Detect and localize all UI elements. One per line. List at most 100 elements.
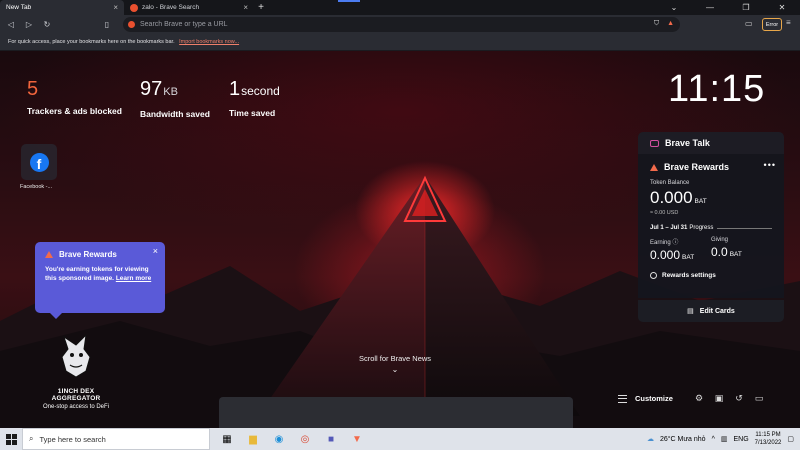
new-tab-button[interactable]: + bbox=[254, 0, 268, 15]
wallet-icon[interactable]: ▭ bbox=[745, 19, 753, 28]
language-indicator[interactable]: ENG bbox=[734, 436, 749, 443]
close-tab-icon[interactable]: × bbox=[243, 3, 248, 12]
info-icon[interactable]: ⓘ bbox=[672, 240, 678, 246]
chrome-icon[interactable]: ◎ bbox=[296, 430, 314, 448]
tab-title: New Tab bbox=[6, 4, 32, 11]
error-button[interactable]: Error bbox=[762, 18, 782, 31]
tab-new-tab[interactable]: New Tab × bbox=[0, 0, 124, 15]
sponsor-name: 1INCH DEX AGGREGATOR bbox=[51, 388, 101, 402]
bandwidth-stat: 97KB Bandwidth saved bbox=[140, 78, 210, 119]
customize-label: Customize bbox=[635, 394, 673, 403]
address-bar[interactable]: Search Brave or type a URL ⛉ ▲ bbox=[123, 17, 680, 32]
bookmark-icon[interactable]: ▯ bbox=[100, 20, 114, 29]
brave-talk-icon[interactable]: ▭ bbox=[753, 393, 765, 404]
bookmarks-bar: For quick access, place your bookmarks h… bbox=[0, 34, 800, 51]
giving-unit: BAT bbox=[729, 251, 742, 258]
windows-start-icon[interactable] bbox=[0, 428, 22, 450]
scroll-news-label: Scroll for Brave News bbox=[358, 354, 432, 363]
reload-icon[interactable]: ↻ bbox=[40, 20, 54, 29]
token-balance-label: Token Balance bbox=[650, 180, 690, 186]
weather-icon[interactable]: ☁ bbox=[647, 435, 654, 443]
maximize-icon[interactable]: ❐ bbox=[728, 0, 764, 15]
bandwidth-label: Bandwidth saved bbox=[140, 109, 210, 119]
tooltip-title: Brave Rewards bbox=[59, 250, 117, 259]
bookmarks-hint: For quick access, place your bookmarks h… bbox=[8, 39, 175, 45]
bottom-toolbar: ⚙ ▣ ↺ ▭ bbox=[693, 393, 765, 404]
video-camera-icon bbox=[650, 139, 659, 147]
rewards-title: Brave Rewards bbox=[664, 162, 730, 172]
notifications-icon[interactable]: ▢ bbox=[787, 435, 794, 443]
bandwidth-unit: KB bbox=[163, 86, 178, 98]
brave-icon[interactable]: ▼ bbox=[348, 430, 366, 448]
tooltip-body: You're earning tokens for viewing this s… bbox=[45, 265, 155, 283]
brave-rewards-icon[interactable]: ▲ bbox=[667, 20, 674, 28]
trackers-count: 5 bbox=[27, 78, 39, 100]
close-icon[interactable]: × bbox=[153, 246, 158, 256]
sponsor-tagline: One-stop access to DeFi bbox=[42, 404, 110, 410]
time-unit: second bbox=[241, 84, 280, 98]
edit-cards-label: Edit Cards bbox=[699, 307, 735, 315]
windows-taskbar: ⌕ Type here to search ▦ ▆ ◉ ◎ ■ ▼ ☁ 26°C… bbox=[0, 428, 800, 450]
brave-search-favicon-icon bbox=[130, 3, 138, 12]
bookmarks-icon[interactable]: ▣ bbox=[713, 393, 725, 404]
chevron-down-icon: ⌄ bbox=[391, 365, 399, 374]
taskbar-clock[interactable]: 11:15 PM 7/13/2022 bbox=[755, 431, 782, 447]
giving-label: Giving bbox=[711, 237, 729, 243]
facebook-icon: f bbox=[29, 152, 49, 172]
settings-icon[interactable]: ⚙ bbox=[693, 393, 705, 404]
task-view-icon[interactable]: ▦ bbox=[218, 430, 236, 448]
toolbar: ◁ ▷ ↻ ▯ Search Brave or type a URL ⛉ ▲ ▭… bbox=[0, 15, 800, 34]
network-icon[interactable]: ▥ bbox=[721, 435, 728, 443]
teams-icon[interactable]: ■ bbox=[322, 430, 340, 448]
progress-range: Jul 1 – Jul 31 bbox=[650, 225, 688, 231]
back-icon[interactable]: ◁ bbox=[4, 20, 18, 29]
omnibox-placeholder: Search Brave or type a URL bbox=[140, 21, 228, 28]
brave-talk-card[interactable]: Brave Talk bbox=[638, 132, 784, 154]
brave-news-card[interactable] bbox=[219, 397, 573, 428]
file-explorer-icon[interactable]: ▆ bbox=[244, 430, 262, 448]
tab-zalo-search[interactable]: zalo - Brave Search × bbox=[124, 0, 254, 15]
customize-button[interactable]: Customize bbox=[618, 394, 673, 403]
tab-title: zalo - Brave Search bbox=[142, 4, 200, 11]
trackers-label: Trackers & ads blocked bbox=[27, 106, 122, 116]
search-engine-icon bbox=[128, 21, 135, 28]
earning-value: 0.000 bbox=[650, 248, 681, 262]
taskbar-apps: ▦ ▆ ◉ ◎ ■ ▼ bbox=[218, 430, 366, 448]
gear-icon bbox=[650, 272, 657, 279]
top-site-label: Facebook -... bbox=[20, 184, 53, 190]
balance-value: 0.000 bbox=[650, 188, 693, 207]
edge-icon[interactable]: ◉ bbox=[270, 430, 288, 448]
brave-shields-icon[interactable]: ⛉ bbox=[654, 20, 659, 28]
rewards-tooltip: Brave Rewards You're earning tokens for … bbox=[35, 242, 165, 319]
forward-icon[interactable]: ▷ bbox=[22, 20, 36, 29]
rewards-settings-label: Rewards settings bbox=[662, 272, 716, 279]
learn-more-link[interactable]: Learn more bbox=[116, 275, 151, 282]
trackers-stat: 5 Trackers & ads blocked bbox=[27, 78, 122, 116]
clock: 11:15 bbox=[668, 68, 766, 110]
taskbar-date: 7/13/2022 bbox=[754, 440, 782, 446]
import-bookmarks-link[interactable]: Import bookmarks now... bbox=[179, 39, 239, 45]
rewards-settings-button[interactable]: Rewards settings bbox=[650, 272, 772, 279]
edit-cards-button[interactable]: ▤ Edit Cards bbox=[638, 300, 784, 322]
weather-text[interactable]: 26°C Mưa nhỏ bbox=[660, 436, 706, 443]
taskbar-search[interactable]: ⌕ Type here to search bbox=[22, 428, 210, 450]
close-window-icon[interactable]: ✕ bbox=[764, 0, 800, 15]
balance-unit: BAT bbox=[694, 198, 707, 205]
more-options-icon[interactable]: ••• bbox=[764, 160, 776, 170]
close-tab-icon[interactable]: × bbox=[113, 3, 118, 12]
menu-icon[interactable]: ≡ bbox=[786, 18, 791, 27]
tab-strip: New Tab × zalo - Brave Search × + ⌄ — ❐ … bbox=[0, 0, 800, 15]
token-balance: 0.000 BAT bbox=[650, 188, 772, 208]
brave-rewards-icon bbox=[45, 251, 53, 258]
earning-label: Earning bbox=[650, 240, 671, 246]
loading-indicator bbox=[338, 0, 360, 2]
top-site-facebook[interactable]: f bbox=[21, 144, 57, 180]
minimize-icon[interactable]: — bbox=[692, 0, 728, 15]
earning-unit: BAT bbox=[682, 254, 695, 261]
tray-chevron-icon[interactable]: ^ bbox=[712, 436, 715, 443]
tab-search-chevron-icon[interactable]: ⌄ bbox=[656, 0, 692, 15]
history-icon[interactable]: ↺ bbox=[733, 393, 745, 404]
scroll-for-news[interactable]: Scroll for Brave News ⌄ bbox=[340, 354, 450, 374]
divider bbox=[717, 227, 772, 229]
sponsor-logo[interactable]: 1INCH DEX AGGREGATOR One-stop access to … bbox=[38, 331, 114, 410]
